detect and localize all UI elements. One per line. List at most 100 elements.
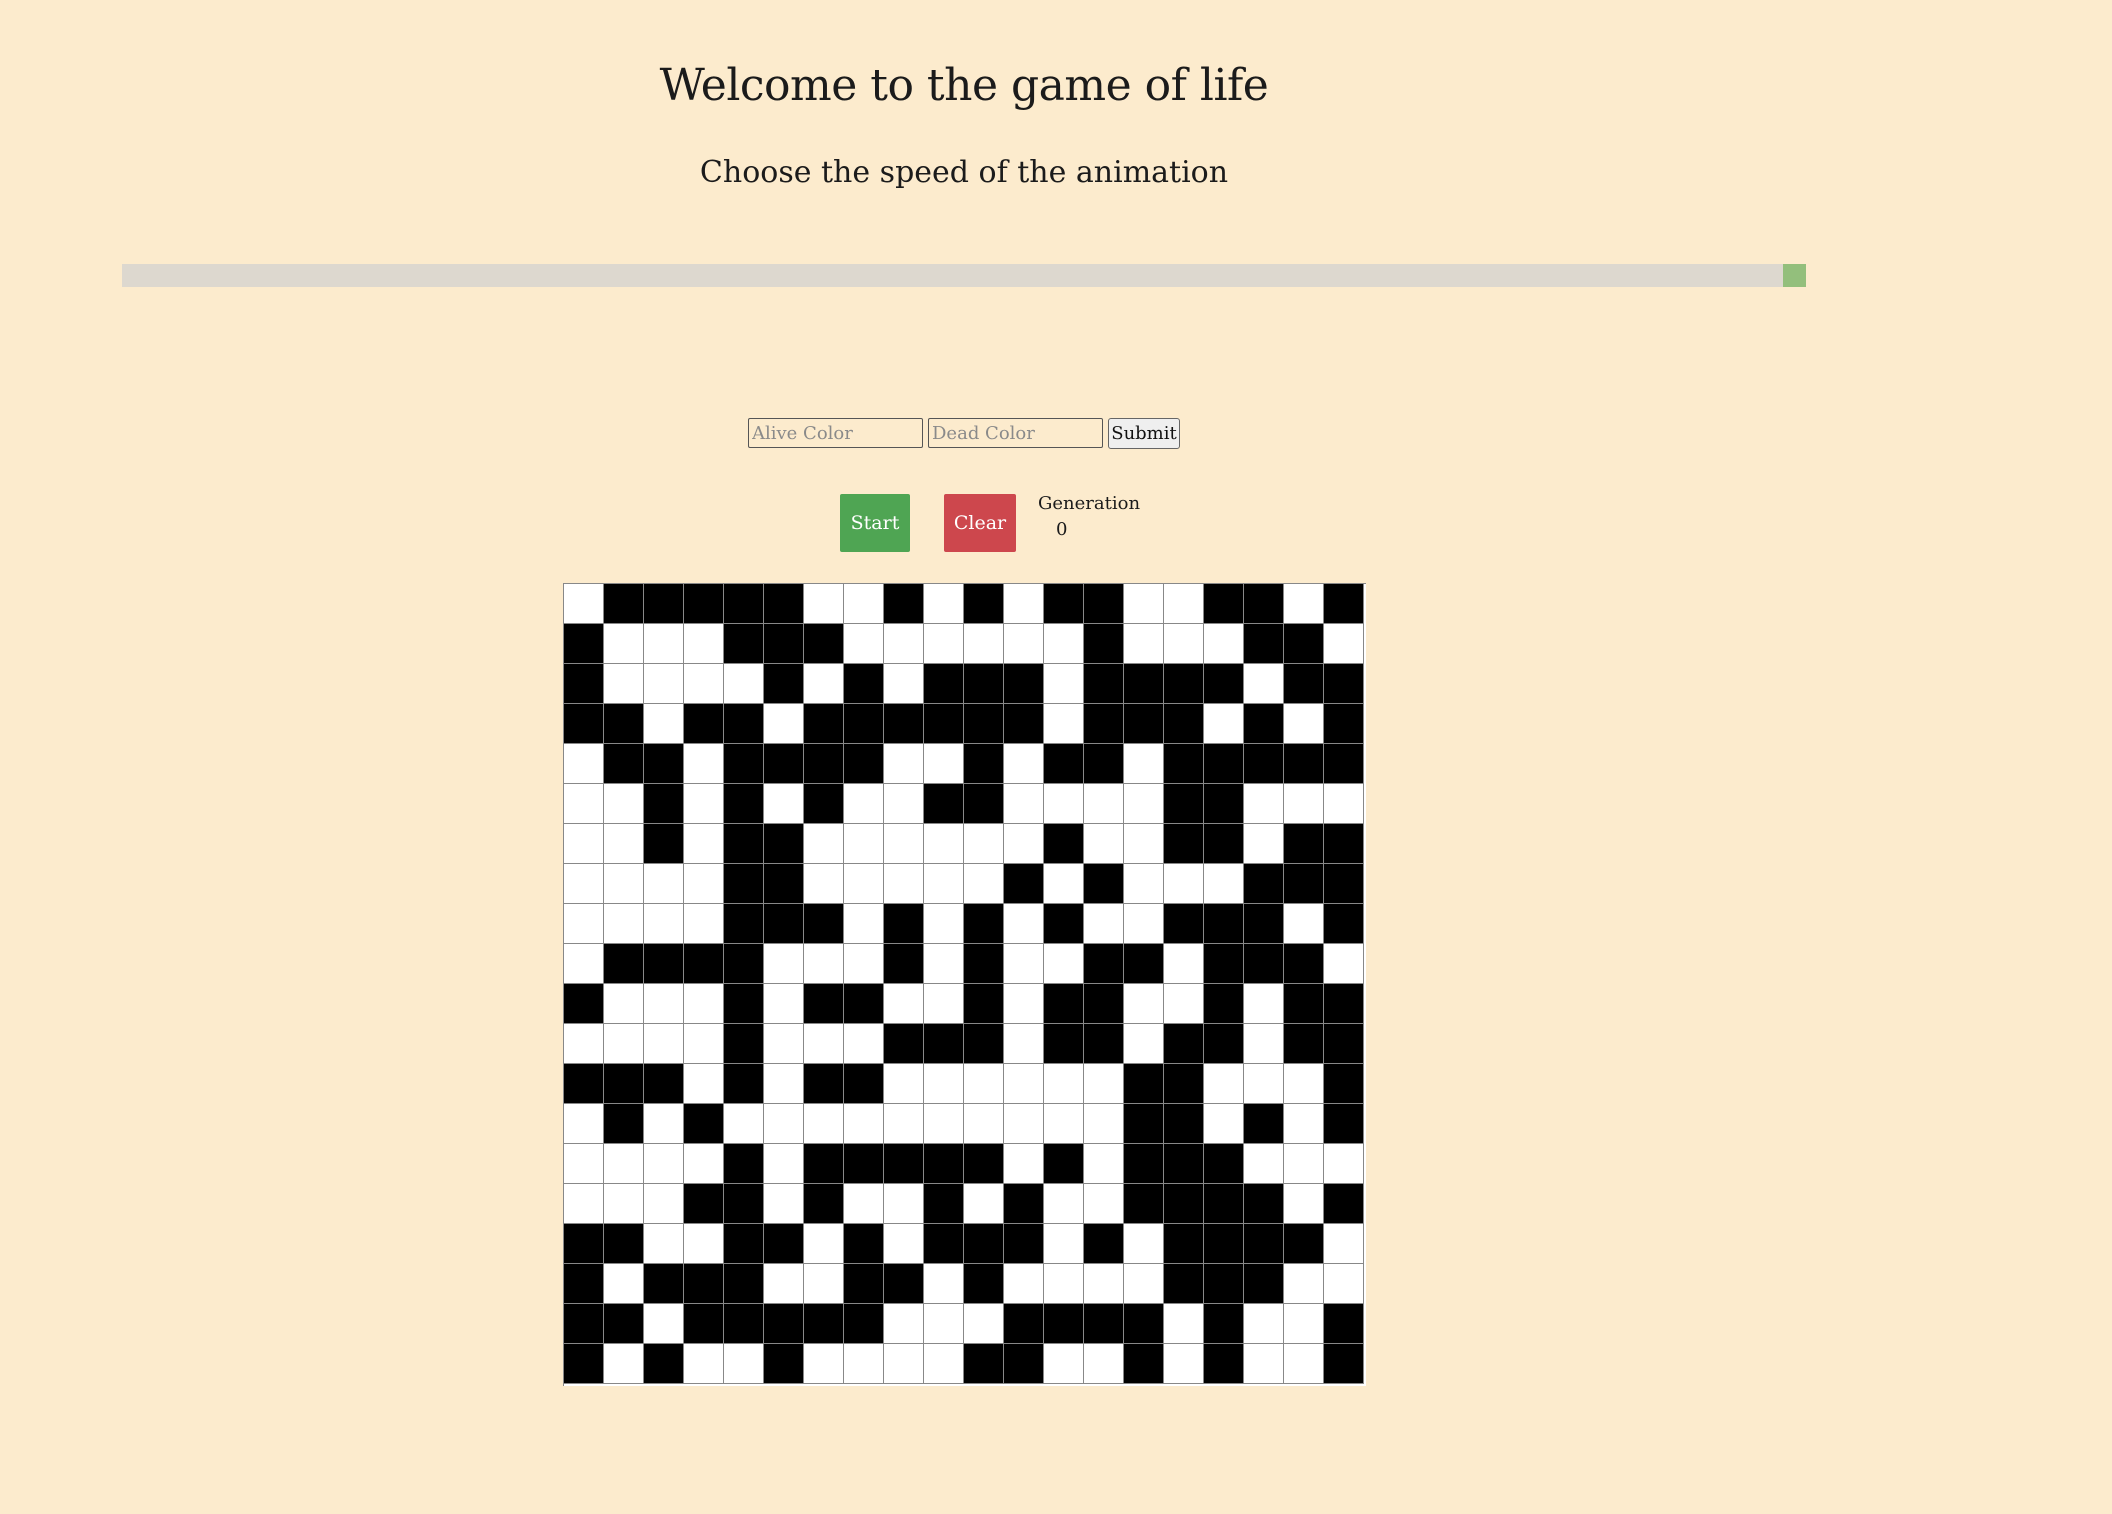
grid-cell[interactable] [804, 1224, 844, 1264]
grid-cell[interactable] [804, 1184, 844, 1224]
grid-cell[interactable] [1284, 664, 1324, 704]
grid-cell[interactable] [1044, 1344, 1084, 1384]
grid-cell[interactable] [1004, 1184, 1044, 1224]
grid-cell[interactable] [1044, 744, 1084, 784]
grid-cell[interactable] [724, 584, 764, 624]
grid-cell[interactable] [884, 664, 924, 704]
grid-cell[interactable] [1324, 1304, 1364, 1344]
grid-cell[interactable] [1124, 1304, 1164, 1344]
grid-cell[interactable] [764, 944, 804, 984]
grid-cell[interactable] [564, 1144, 604, 1184]
grid-cell[interactable] [644, 1184, 684, 1224]
grid-cell[interactable] [1004, 744, 1044, 784]
grid-cell[interactable] [604, 824, 644, 864]
grid-cell[interactable] [604, 584, 644, 624]
grid-cell[interactable] [1324, 704, 1364, 744]
grid-cell[interactable] [1244, 944, 1284, 984]
grid-cell[interactable] [564, 864, 604, 904]
grid-cell[interactable] [1084, 1024, 1124, 1064]
grid-cell[interactable] [1244, 824, 1284, 864]
grid-cell[interactable] [1084, 1224, 1124, 1264]
grid-cell[interactable] [1084, 1344, 1124, 1384]
grid-cell[interactable] [924, 624, 964, 664]
grid-cell[interactable] [724, 664, 764, 704]
grid-cell[interactable] [604, 1304, 644, 1344]
grid-cell[interactable] [1204, 1144, 1244, 1184]
grid-cell[interactable] [1204, 1024, 1244, 1064]
grid-cell[interactable] [1044, 704, 1084, 744]
alive-color-input[interactable] [748, 418, 923, 448]
grid-cell[interactable] [1164, 864, 1204, 904]
grid-cell[interactable] [1004, 864, 1044, 904]
grid-cell[interactable] [844, 1304, 884, 1344]
grid-cell[interactable] [1324, 1064, 1364, 1104]
grid-cell[interactable] [1204, 904, 1244, 944]
grid-cell[interactable] [844, 1144, 884, 1184]
grid-cell[interactable] [764, 1344, 804, 1384]
grid-cell[interactable] [964, 624, 1004, 664]
grid-cell[interactable] [684, 1264, 724, 1304]
grid-cell[interactable] [804, 1064, 844, 1104]
grid-cell[interactable] [1164, 1264, 1204, 1304]
grid-cell[interactable] [884, 864, 924, 904]
grid-cell[interactable] [884, 704, 924, 744]
grid-cell[interactable] [1284, 1264, 1324, 1304]
grid-cell[interactable] [1244, 904, 1284, 944]
grid-cell[interactable] [844, 864, 884, 904]
grid-cell[interactable] [604, 624, 644, 664]
grid-cell[interactable] [684, 944, 724, 984]
grid-cell[interactable] [1284, 904, 1324, 944]
grid-cell[interactable] [1244, 1344, 1284, 1384]
grid-cell[interactable] [1204, 624, 1244, 664]
grid-cell[interactable] [1004, 1104, 1044, 1144]
grid-cell[interactable] [1124, 704, 1164, 744]
grid-cell[interactable] [1284, 1104, 1324, 1144]
grid-cell[interactable] [1244, 1184, 1284, 1224]
grid-cell[interactable] [804, 1104, 844, 1144]
grid-cell[interactable] [1164, 944, 1204, 984]
grid-cell[interactable] [644, 584, 684, 624]
grid-cell[interactable] [1084, 1064, 1124, 1104]
grid-cell[interactable] [1244, 1144, 1284, 1184]
grid-cell[interactable] [1324, 1024, 1364, 1064]
grid-cell[interactable] [564, 984, 604, 1024]
grid-cell[interactable] [644, 864, 684, 904]
grid-cell[interactable] [644, 1024, 684, 1064]
grid-cell[interactable] [1324, 1144, 1364, 1184]
grid-cell[interactable] [684, 984, 724, 1024]
grid-cell[interactable] [724, 984, 764, 1024]
grid-cell[interactable] [1204, 1064, 1244, 1104]
grid-cell[interactable] [1044, 584, 1084, 624]
grid-cell[interactable] [1124, 944, 1164, 984]
grid-cell[interactable] [1284, 784, 1324, 824]
grid-cell[interactable] [1044, 624, 1084, 664]
grid-cell[interactable] [884, 744, 924, 784]
grid-cell[interactable] [1044, 944, 1084, 984]
grid-cell[interactable] [1244, 1064, 1284, 1104]
grid-cell[interactable] [604, 1184, 644, 1224]
grid-cell[interactable] [564, 1064, 604, 1104]
grid-cell[interactable] [1324, 864, 1364, 904]
grid-cell[interactable] [1164, 1304, 1204, 1344]
grid-cell[interactable] [1324, 744, 1364, 784]
grid-cell[interactable] [1284, 704, 1324, 744]
grid-cell[interactable] [1284, 824, 1324, 864]
grid-cell[interactable] [644, 1344, 684, 1384]
grid-cell[interactable] [924, 1104, 964, 1144]
grid-cell[interactable] [1284, 984, 1324, 1024]
grid-cell[interactable] [1004, 904, 1044, 944]
grid-cell[interactable] [1084, 784, 1124, 824]
grid-cell[interactable] [684, 1344, 724, 1384]
grid-cell[interactable] [1204, 944, 1244, 984]
grid-cell[interactable] [724, 1184, 764, 1224]
grid-cell[interactable] [684, 1064, 724, 1104]
grid-cell[interactable] [804, 864, 844, 904]
grid-cell[interactable] [924, 984, 964, 1024]
grid-cell[interactable] [844, 904, 884, 944]
grid-cell[interactable] [684, 784, 724, 824]
grid-cell[interactable] [564, 1224, 604, 1264]
grid-cell[interactable] [1244, 1104, 1284, 1144]
grid-cell[interactable] [724, 784, 764, 824]
grid-cell[interactable] [964, 1104, 1004, 1144]
grid-cell[interactable] [964, 1064, 1004, 1104]
